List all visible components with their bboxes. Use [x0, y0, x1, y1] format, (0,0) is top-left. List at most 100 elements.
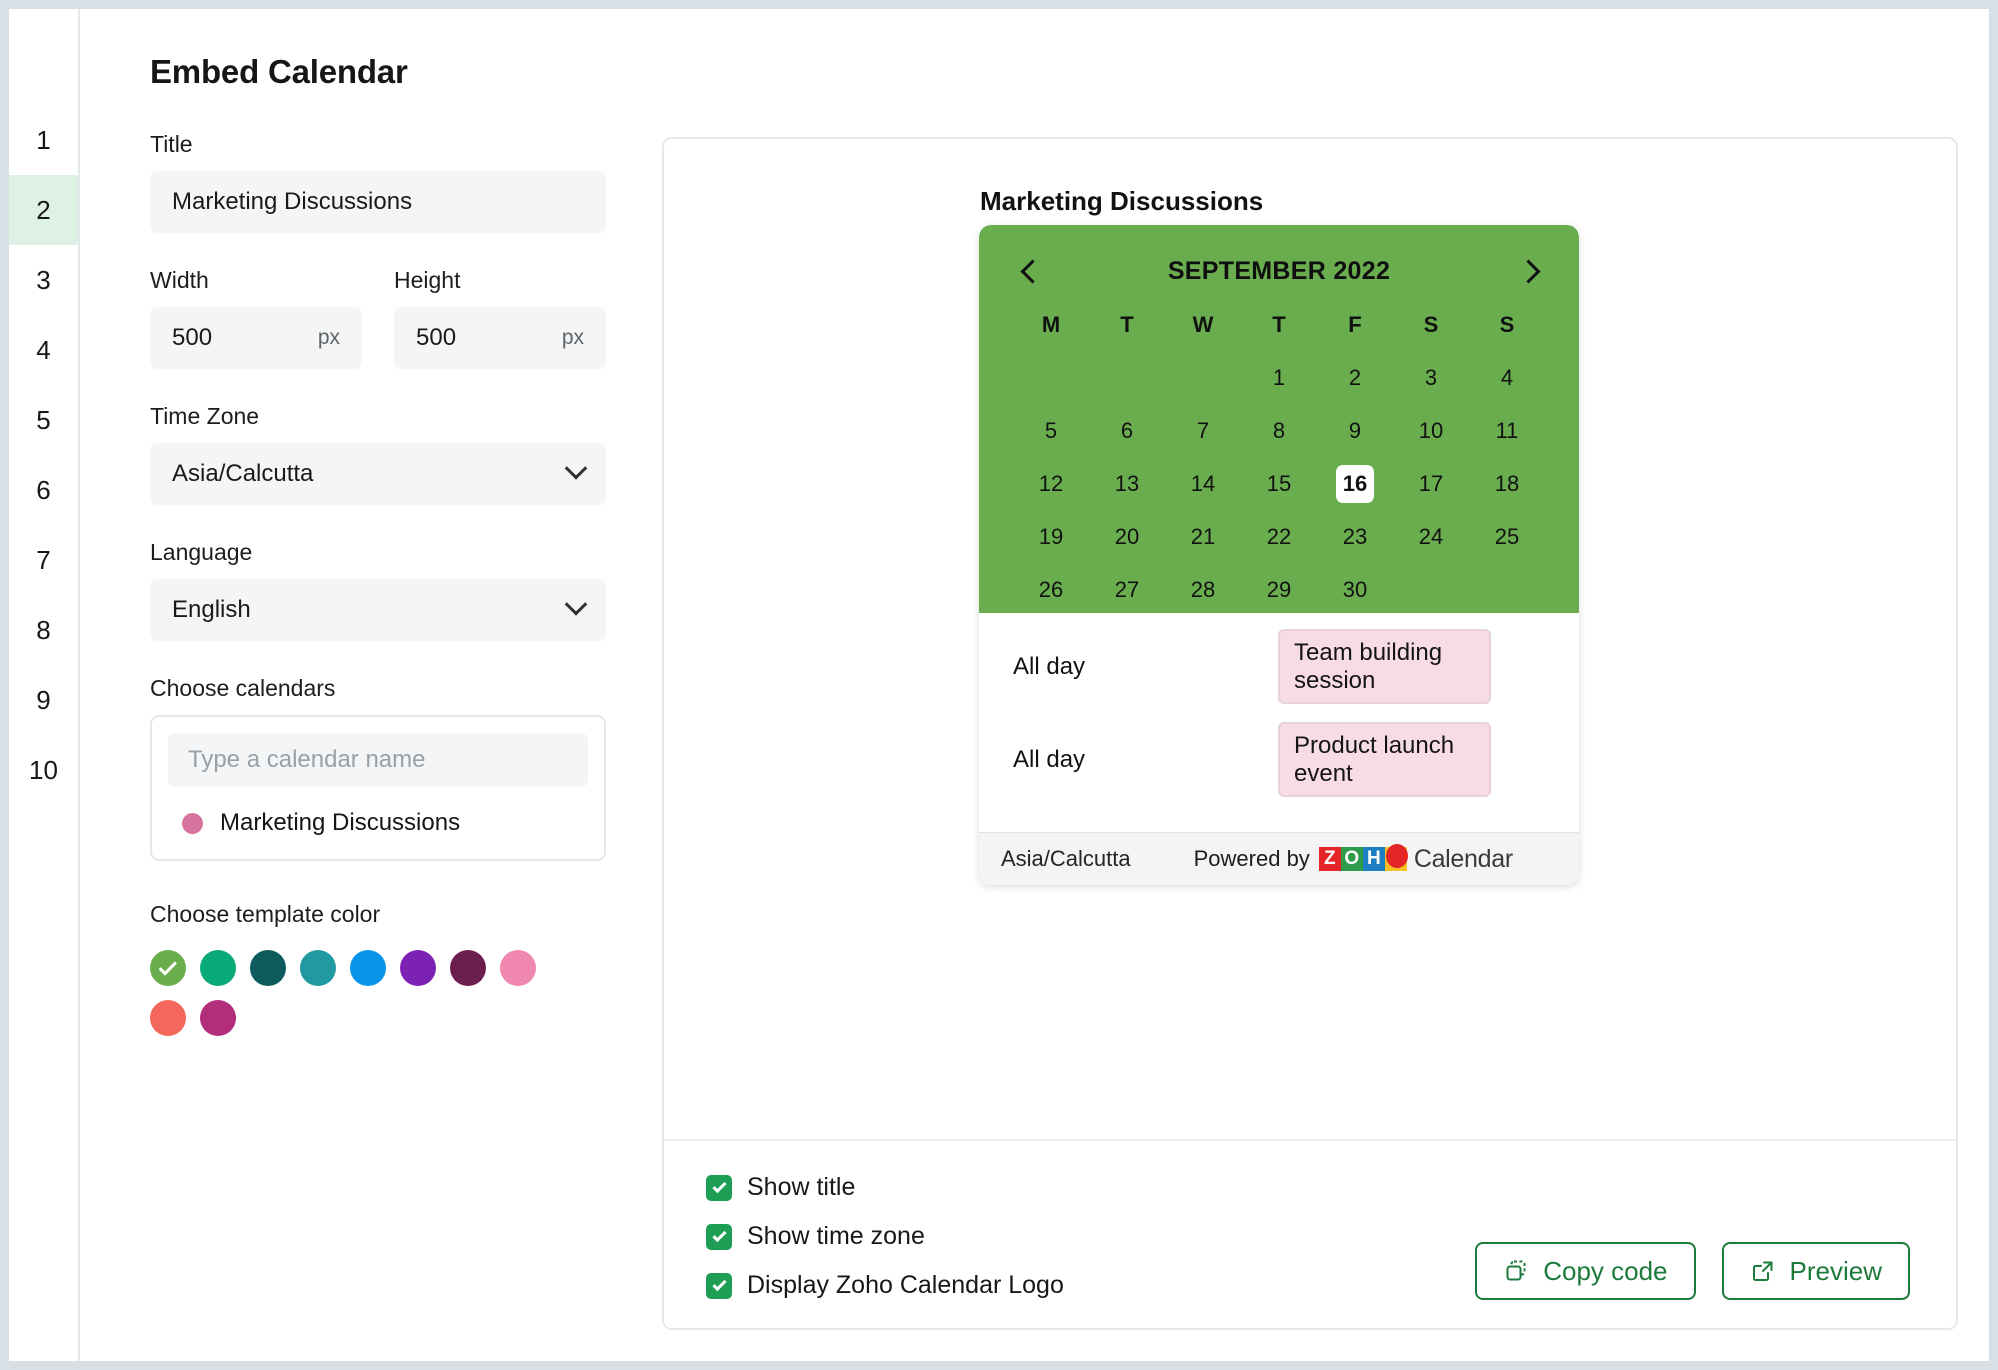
- zoho-logo-dot: [1385, 844, 1408, 868]
- external-link-icon: [1750, 1258, 1776, 1284]
- gutter-top-spacer: [9, 9, 78, 105]
- color-swatch-10[interactable]: [200, 1000, 236, 1036]
- calendar-day-1[interactable]: 1: [1241, 351, 1317, 404]
- calendar-day-label: 20: [1114, 523, 1140, 549]
- language-select[interactable]: English: [150, 579, 606, 641]
- calendar-day-19[interactable]: 19: [1013, 510, 1089, 563]
- color-swatch-9[interactable]: [150, 1000, 186, 1036]
- powered-by-zoho: Powered by Z O H O Calendar: [1194, 844, 1513, 874]
- calendar-item-label: Marketing Discussions: [220, 809, 461, 836]
- height-unit: px: [561, 326, 584, 349]
- calendar-day-label: 24: [1418, 523, 1444, 549]
- calendar-day-14[interactable]: 14: [1165, 457, 1241, 510]
- event-time: All day: [1013, 745, 1086, 773]
- calendar-blank-cell: [1393, 563, 1469, 616]
- checkbox-icon[interactable]: [706, 1174, 732, 1201]
- title-input[interactable]: Marketing Discussions: [150, 171, 606, 233]
- chevron-left-icon[interactable]: [1013, 256, 1043, 286]
- embed-preview-title: Marketing Discussions: [980, 186, 1264, 216]
- gutter-line-10: 10: [29, 754, 58, 785]
- gutter-line-7: 7: [36, 544, 51, 575]
- line-number-gutter: 1 2 3 4 5 6 7 8 9 10: [9, 9, 80, 1361]
- calendar-day-label: 9: [1348, 417, 1362, 443]
- calendar-day-label: 19: [1038, 523, 1064, 549]
- calendar-day-9[interactable]: 9: [1317, 404, 1393, 457]
- copy-icon: [1503, 1258, 1529, 1284]
- template-color-label: Choose template color: [150, 901, 381, 927]
- calendar-day-label: 13: [1114, 470, 1140, 496]
- calendar-day-20[interactable]: 20: [1089, 510, 1165, 563]
- event-chip[interactable]: Team building session: [1278, 628, 1491, 705]
- color-swatch-5[interactable]: [350, 950, 386, 986]
- calendar-day-25[interactable]: 25: [1469, 510, 1545, 563]
- action-buttons: Copy code Preview: [1475, 1242, 1910, 1300]
- calendar-day-21[interactable]: 21: [1165, 510, 1241, 563]
- gutter-line-3: 3: [36, 264, 51, 295]
- event-row[interactable]: All day Product launch event: [1013, 720, 1545, 799]
- color-swatch-6[interactable]: [400, 950, 436, 986]
- calendar-day-23[interactable]: 23: [1317, 510, 1393, 563]
- chevron-down-icon: [564, 457, 588, 480]
- calendar-day-29[interactable]: 29: [1241, 563, 1317, 616]
- color-swatch-7[interactable]: [450, 950, 486, 986]
- timezone-select[interactable]: Asia/Calcutta: [150, 443, 606, 505]
- calendar-day-28[interactable]: 28: [1165, 563, 1241, 616]
- width-input[interactable]: 500 px: [150, 307, 362, 369]
- calendar-list-item[interactable]: Marketing Discussions: [168, 809, 588, 837]
- widget-footer: Asia/Calcutta Powered by Z O H O Calenda…: [979, 832, 1579, 885]
- width-unit: px: [317, 326, 340, 349]
- calendar-day-label: 25: [1494, 523, 1520, 549]
- calendar-day-7[interactable]: 7: [1165, 404, 1241, 457]
- calendar-day-18[interactable]: 18: [1469, 457, 1545, 510]
- calendar-day-10[interactable]: 10: [1393, 404, 1469, 457]
- weekday-header-0: M: [1041, 312, 1061, 337]
- gutter-line-5: 5: [36, 404, 51, 435]
- calendar-day-3[interactable]: 3: [1393, 351, 1469, 404]
- checkbox-icon[interactable]: [706, 1223, 732, 1250]
- checkbox-icon[interactable]: [706, 1272, 732, 1299]
- calendar-day-22[interactable]: 22: [1241, 510, 1317, 563]
- calendar-day-11[interactable]: 11: [1469, 404, 1545, 457]
- calendar-month-nav: SEPTEMBER 2022: [1013, 225, 1545, 299]
- calendar-search-input[interactable]: Type a calendar name: [168, 733, 588, 787]
- check-icon: [158, 956, 177, 976]
- height-input[interactable]: 500 px: [394, 307, 606, 369]
- page-body: Embed Calendar Title Marketing Discussio…: [80, 9, 1989, 1361]
- calendar-day-15[interactable]: 15: [1241, 457, 1317, 510]
- calendar-day-12[interactable]: 12: [1013, 457, 1089, 510]
- calendar-day-4[interactable]: 4: [1469, 351, 1545, 404]
- calendar-day-5[interactable]: 5: [1013, 404, 1089, 457]
- preview-button[interactable]: Preview: [1721, 1242, 1910, 1300]
- calendar-day-2[interactable]: 2: [1317, 351, 1393, 404]
- chevron-right-icon[interactable]: [1515, 256, 1545, 286]
- event-time: All day: [1013, 652, 1086, 680]
- calendar-day-13[interactable]: 13: [1089, 457, 1165, 510]
- calendar-day-8[interactable]: 8: [1241, 404, 1317, 457]
- color-swatch-1[interactable]: [150, 950, 186, 986]
- footer-timezone: Asia/Calcutta: [1001, 846, 1131, 871]
- height-field-label: Height: [394, 267, 461, 293]
- color-swatch-8[interactable]: [500, 950, 536, 986]
- event-chip[interactable]: Product launch event: [1278, 721, 1491, 798]
- calendar-day-17[interactable]: 17: [1393, 457, 1469, 510]
- calendar-day-27[interactable]: 27: [1089, 563, 1165, 616]
- checkbox-label: Show time zone: [747, 1222, 925, 1250]
- checkbox-show-title[interactable]: Show title: [706, 1173, 1956, 1202]
- color-swatch-4[interactable]: [300, 950, 336, 986]
- gutter-line-1: 1: [36, 124, 51, 155]
- calendar-day-6[interactable]: 6: [1089, 404, 1165, 457]
- calendar-day-label: 3: [1424, 364, 1438, 390]
- calendar-day-26[interactable]: 26: [1013, 563, 1089, 616]
- copy-code-button[interactable]: Copy code: [1475, 1242, 1696, 1300]
- event-row[interactable]: All day Team building session: [1013, 627, 1545, 706]
- checkbox-label: Show title: [747, 1173, 856, 1201]
- calendar-day-24[interactable]: 24: [1393, 510, 1469, 563]
- calendar-day-16[interactable]: 16: [1317, 457, 1393, 510]
- weekday-header-6: S: [1499, 312, 1515, 337]
- calendar-day-label: 23: [1342, 523, 1368, 549]
- color-swatch-2[interactable]: [200, 950, 236, 986]
- language-value: English: [172, 596, 251, 623]
- embedded-calendar-widget: SEPTEMBER 2022 MTWTFSS 1 2 3 4 5 6 7 8 9 10 11 12 13…: [979, 225, 1579, 885]
- calendar-day-30[interactable]: 30: [1317, 563, 1393, 616]
- color-swatch-3[interactable]: [250, 950, 286, 986]
